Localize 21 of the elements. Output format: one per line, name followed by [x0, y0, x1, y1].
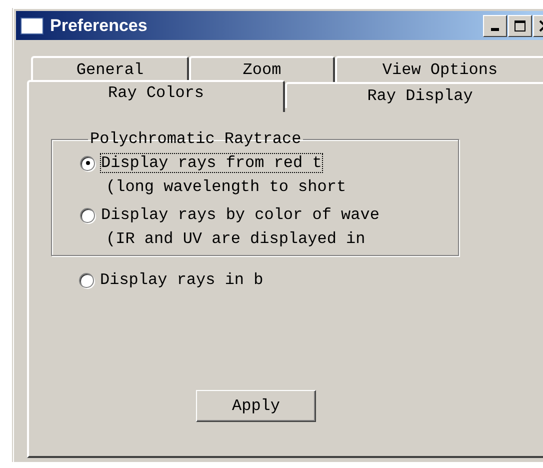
minimize-icon [491, 28, 499, 31]
option-note: (IR and UV are displayed in [106, 230, 366, 248]
maximize-icon [514, 20, 526, 32]
tab[interactable]: Zoom [189, 56, 335, 82]
radio-button[interactable] [80, 208, 95, 222]
window-title: Preferences [50, 16, 148, 36]
radio-button[interactable] [79, 272, 94, 288]
radio-label[interactable]: Display rays by color of wave [101, 206, 380, 224]
option-note: (long wavelength to short [106, 178, 348, 196]
apply-button[interactable]: Apply [196, 390, 316, 422]
radio-button[interactable] [80, 156, 95, 170]
minimize-button[interactable] [483, 14, 507, 36]
window-icon [20, 16, 44, 34]
radio-label[interactable]: Display rays in b [100, 271, 264, 289]
tab[interactable]: View Options [335, 56, 543, 82]
tab[interactable]: General [31, 56, 189, 82]
group-title: Polychromatic Raytrace [89, 130, 302, 148]
tab[interactable]: Ray Colors [27, 80, 285, 112]
tab[interactable]: Ray Display [285, 82, 543, 108]
radio-label[interactable]: Display rays from red t [101, 154, 322, 172]
maximize-button[interactable] [508, 14, 532, 36]
